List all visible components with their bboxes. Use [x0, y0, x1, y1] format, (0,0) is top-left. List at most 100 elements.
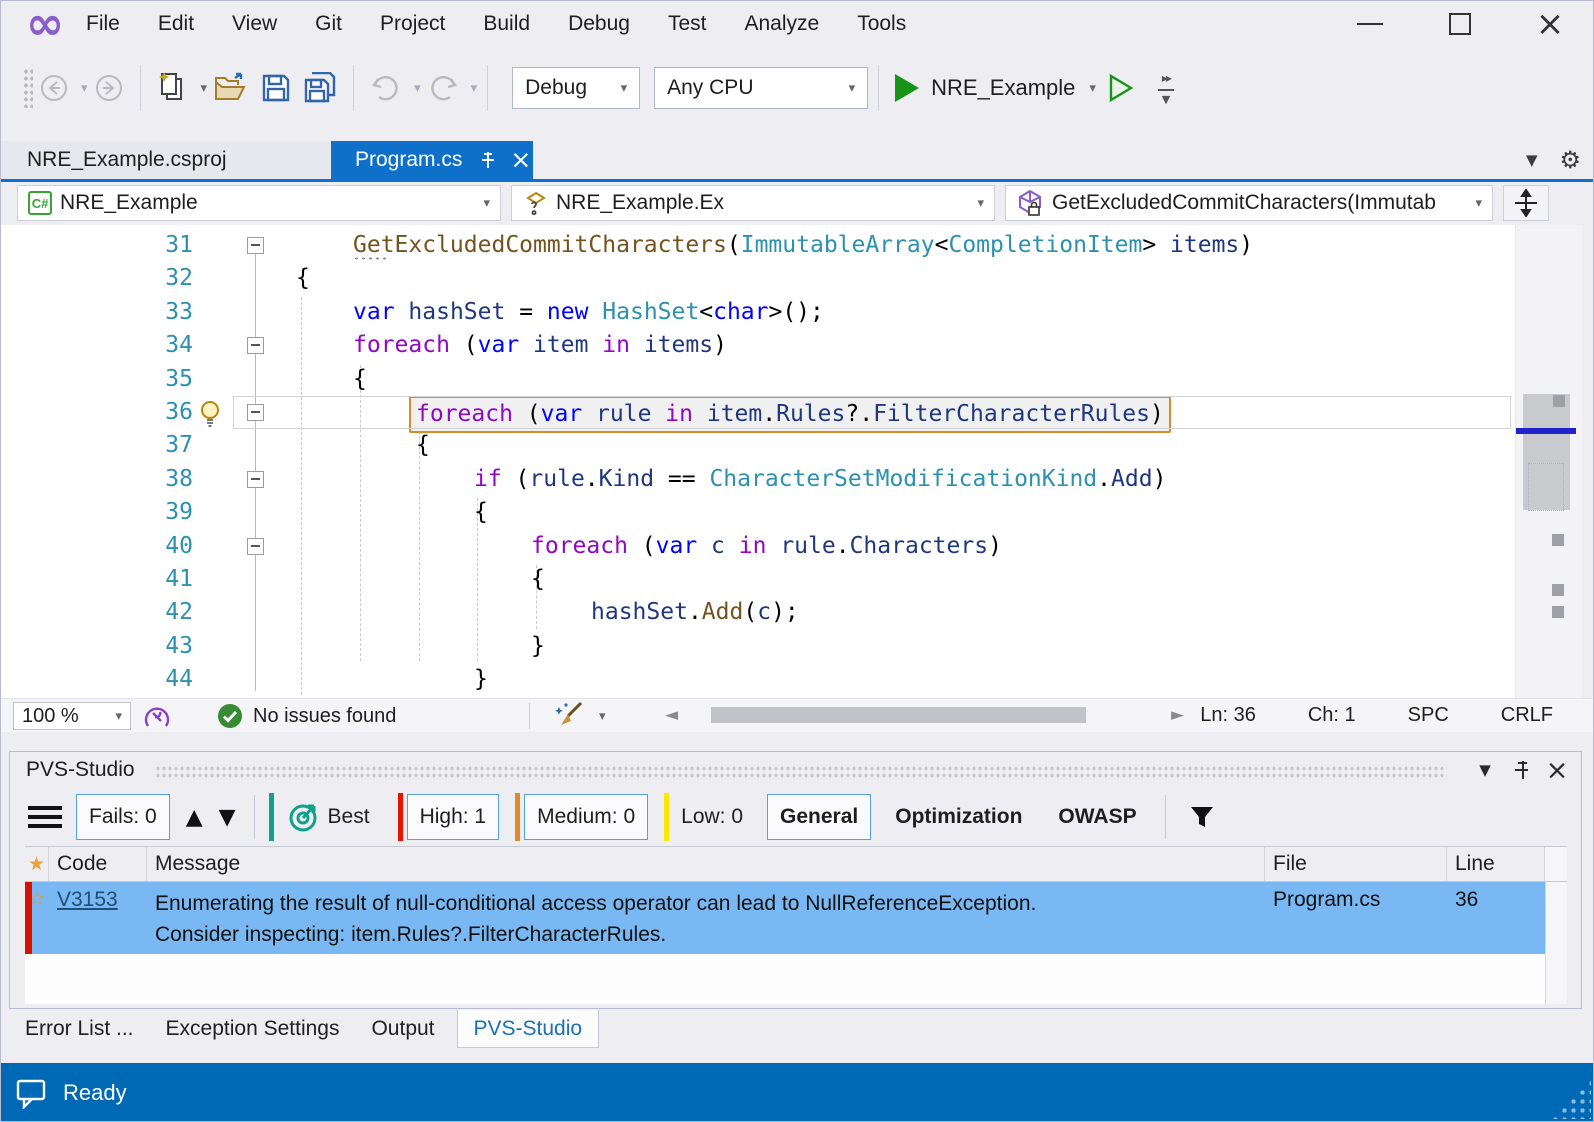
lightbulb-icon[interactable]	[197, 400, 223, 433]
menu-tools[interactable]: Tools	[838, 12, 925, 36]
group-tab-general[interactable]: General	[767, 794, 871, 840]
line-number: 38	[1, 463, 193, 496]
menu-test[interactable]: Test	[649, 12, 726, 36]
start-debugging-button[interactable]: NRE_Example ▾	[889, 64, 1102, 112]
message-column-header[interactable]: Message	[147, 847, 1265, 881]
menu-git[interactable]: Git	[296, 12, 361, 36]
table-vertical-scrollbar[interactable]	[1545, 882, 1567, 1004]
project-dropdown[interactable]: C# NRE_Example ▾	[17, 185, 501, 221]
code-line[interactable]: 43}	[1, 630, 1515, 663]
fails-filter-button[interactable]: Fails: 0	[76, 794, 170, 840]
filter-button[interactable]	[1176, 794, 1228, 840]
issues-status[interactable]: No issues found	[217, 703, 396, 729]
pvs-menu-button[interactable]	[28, 801, 62, 833]
code-line[interactable]: 40foreach (var c in rule.Characters)	[1, 530, 1515, 563]
code-line[interactable]: 31GetExcludedCommitCharacters(ImmutableA…	[1, 229, 1515, 262]
medium-filter-button[interactable]: Medium: 0	[524, 794, 648, 840]
panel-close-button[interactable]: ×	[1539, 755, 1575, 785]
panel-drag-handle[interactable]	[155, 765, 1447, 779]
group-tab-optimization[interactable]: Optimization	[883, 794, 1034, 840]
menu-debug[interactable]: Debug	[549, 12, 649, 36]
code-line[interactable]: 32{	[1, 262, 1515, 295]
menu-view[interactable]: View	[213, 12, 296, 36]
code-line[interactable]: 39{	[1, 496, 1515, 529]
save-all-button[interactable]	[297, 64, 343, 112]
tab-pvs-studio[interactable]: PVS-Studio	[457, 1010, 600, 1048]
editor-options-gear-icon[interactable]: ⚙	[1559, 146, 1581, 174]
code-line[interactable]: 41{	[1, 563, 1515, 596]
document-health-indicator[interactable]	[143, 703, 171, 737]
fold-collapse-box[interactable]	[247, 471, 264, 488]
split-editor-button[interactable]	[1503, 185, 1549, 221]
save-button[interactable]	[255, 64, 297, 112]
table-row[interactable]: ☆ V3153 Enumerating the result of null-c…	[25, 882, 1545, 954]
panel-menu-caret[interactable]: ▼	[1467, 755, 1503, 785]
high-filter-button[interactable]: High: 1	[407, 794, 500, 840]
menu-analyze[interactable]: Analyze	[725, 12, 838, 36]
panel-header[interactable]: PVS-Studio ▼ ×	[10, 752, 1581, 788]
fold-collapse-box[interactable]	[247, 337, 264, 354]
code-column-header[interactable]: Code	[49, 847, 147, 881]
scrollbar-thumb[interactable]	[711, 707, 1086, 723]
open-file-button[interactable]	[207, 64, 255, 112]
type-dropdown[interactable]: NRE_Example.Ex ▾	[511, 185, 995, 221]
menu-file[interactable]: File	[67, 12, 139, 36]
code-line[interactable]: 42hashSet.Add(c);	[1, 596, 1515, 629]
member-dropdown[interactable]: GetExcludedCommitCharacters(Immutab ▾	[1005, 185, 1493, 221]
close-tab-button[interactable]: ×	[510, 149, 531, 171]
solution-platform-select[interactable]: Any CPU ▾	[654, 67, 868, 109]
best-warnings-button[interactable]: Best	[274, 794, 382, 840]
menu-edit[interactable]: Edit	[139, 12, 213, 36]
solution-configuration-select[interactable]: Debug ▾	[512, 67, 640, 109]
editor-horizontal-scrollbar[interactable]	[697, 707, 1167, 723]
line-column-header[interactable]: Line	[1447, 847, 1545, 881]
editor-vertical-scrollbar[interactable]	[1515, 225, 1582, 698]
maximize-button[interactable]	[1415, 1, 1505, 47]
redo-history-caret[interactable]: ▾	[471, 81, 478, 96]
fold-collapse-box[interactable]	[247, 538, 264, 555]
code-line[interactable]: 38if (rule.Kind == CharacterSetModificat…	[1, 463, 1515, 496]
start-without-debugging-button[interactable]	[1102, 64, 1140, 112]
file-column-header[interactable]: File	[1265, 847, 1447, 881]
pin-tab-button[interactable]	[476, 150, 496, 170]
resize-grip[interactable]	[1551, 1079, 1591, 1119]
code-line[interactable]: 44}	[1, 663, 1515, 696]
favorite-column-header[interactable]: ★	[25, 847, 49, 881]
fold-collapse-box[interactable]	[247, 404, 264, 421]
toolbar-overflow-button[interactable]: ▸▸ ▼	[1158, 71, 1174, 106]
next-message-button[interactable]: ▼	[219, 805, 236, 830]
fold-collapse-box[interactable]	[247, 237, 264, 254]
code-line[interactable]: 35{	[1, 363, 1515, 396]
toolbar-drag-grip[interactable]	[23, 68, 33, 108]
redo-button[interactable]	[421, 64, 465, 112]
close-window-button[interactable]: ×	[1505, 1, 1594, 47]
menu-project[interactable]: Project	[361, 12, 464, 36]
code-line[interactable]: 36 foreach (var rule in item.Rules?.Filt…	[1, 396, 1515, 429]
document-list-caret[interactable]: ▼	[1526, 151, 1538, 169]
tab-exception-settings[interactable]: Exception Settings	[150, 1010, 356, 1048]
panel-pin-button[interactable]	[1503, 755, 1539, 785]
zoom-select[interactable]: 100 % ▾	[13, 702, 131, 730]
new-file-button[interactable]	[151, 64, 195, 112]
code-line[interactable]: 34foreach (var item in items)	[1, 329, 1515, 362]
tab-nre-example-csproj[interactable]: NRE_Example.csproj	[1, 141, 331, 179]
diagnostic-code-link[interactable]: V3153	[57, 888, 118, 954]
code-line[interactable]: 37{	[1, 429, 1515, 462]
minimize-button[interactable]	[1325, 1, 1415, 47]
code-cleanup-button[interactable]: ▾	[553, 701, 606, 731]
undo-button[interactable]	[364, 64, 408, 112]
scroll-right-arrow[interactable]: ►	[1171, 705, 1184, 725]
previous-message-button[interactable]: ▲	[186, 805, 203, 830]
group-tab-owasp[interactable]: OWASP	[1046, 794, 1148, 840]
navigate-forward-button[interactable]	[88, 64, 130, 112]
navigate-back-button[interactable]	[33, 64, 75, 112]
code-editor[interactable]: 31GetExcludedCommitCharacters(ImmutableA…	[1, 225, 1594, 698]
scroll-left-arrow[interactable]: ◄	[665, 705, 678, 725]
tab-output[interactable]: Output	[355, 1010, 450, 1048]
tab-error-list[interactable]: Error List ...	[9, 1010, 150, 1048]
tab-program-cs[interactable]: Program.cs ×	[331, 141, 533, 179]
code-line[interactable]: 33var hashSet = new HashSet<char>();	[1, 296, 1515, 329]
low-filter-button[interactable]: Low: 0	[669, 794, 755, 840]
feedback-button[interactable]	[15, 1077, 47, 1109]
menu-build[interactable]: Build	[464, 12, 549, 36]
